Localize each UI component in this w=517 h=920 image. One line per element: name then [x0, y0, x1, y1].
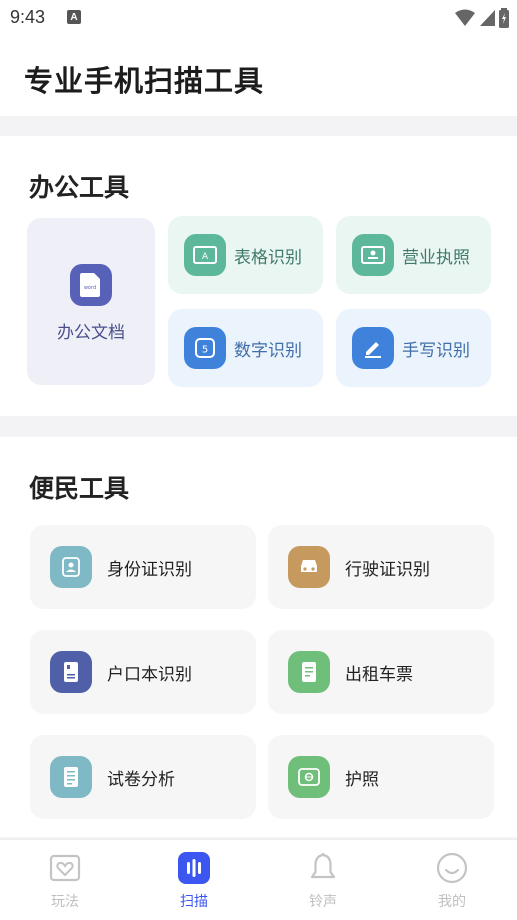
word-doc-icon: word	[70, 264, 112, 306]
office-doc-tile[interactable]: word 办公文档	[27, 218, 155, 385]
office-tools-section: 办公工具 word 办公文档 A 表格识别 营业执照 5 数字识别 手写识别	[0, 136, 517, 416]
tab-mine-label: 我的	[438, 894, 466, 910]
bell-icon	[307, 852, 339, 884]
signal-icon	[480, 10, 495, 26]
tab-play[interactable]: 玩法	[15, 840, 115, 920]
id-card-icon	[50, 546, 92, 588]
exam-paper-label: 试卷分析	[107, 769, 175, 790]
office-doc-label: 办公文档	[57, 323, 125, 343]
number-recognition-tile[interactable]: 5 数字识别	[168, 309, 323, 387]
life-tools-section: 便民工具 身份证识别 行驶证识别 户口本识别 出租车票 试卷分析 护照	[0, 437, 517, 837]
office-tools-title: 办公工具	[29, 173, 130, 202]
handwriting-label: 手写识别	[402, 340, 470, 361]
scan-bars-icon	[178, 852, 210, 884]
passport-tile[interactable]: 护照	[268, 735, 494, 819]
table-recognition-icon: A	[184, 234, 226, 276]
status-indicators	[455, 8, 509, 28]
number-recognition-icon: 5	[184, 327, 226, 369]
bottom-tab-bar: 玩法 扫描 铃声 我的	[0, 839, 517, 920]
tab-ringtone[interactable]: 铃声	[273, 840, 373, 920]
taxi-receipt-tile[interactable]: 出租车票	[268, 630, 494, 714]
household-register-icon	[50, 651, 92, 693]
business-license-icon	[352, 234, 394, 276]
svg-text:A: A	[202, 252, 209, 262]
tab-play-label: 玩法	[51, 894, 79, 910]
id-card-tile[interactable]: 身份证识别	[30, 525, 256, 609]
exam-paper-icon	[50, 756, 92, 798]
driving-license-label: 行驶证识别	[345, 559, 430, 580]
handwriting-tile[interactable]: 手写识别	[336, 309, 491, 387]
passport-label: 护照	[345, 769, 379, 790]
smiley-icon	[436, 852, 468, 884]
id-card-label: 身份证识别	[107, 559, 192, 580]
exam-paper-tile[interactable]: 试卷分析	[30, 735, 256, 819]
taxi-receipt-label: 出租车票	[345, 664, 413, 685]
passport-icon	[288, 756, 330, 798]
business-license-tile[interactable]: 营业执照	[336, 216, 491, 294]
taxi-receipt-icon	[288, 651, 330, 693]
battery-icon	[499, 8, 509, 28]
notification-a-icon: A	[67, 10, 81, 24]
life-tools-title: 便民工具	[29, 474, 130, 503]
header: 专业手机扫描工具	[0, 36, 517, 116]
heart-frame-icon	[49, 852, 81, 884]
table-recognition-tile[interactable]: A 表格识别	[168, 216, 323, 294]
tab-scan-label: 扫描	[180, 894, 208, 910]
car-icon	[288, 546, 330, 588]
handwriting-icon	[352, 327, 394, 369]
household-register-label: 户口本识别	[107, 664, 192, 685]
status-bar: 9:43 A	[0, 0, 517, 36]
tab-ringtone-label: 铃声	[309, 894, 337, 910]
tab-scan[interactable]: 扫描	[144, 840, 244, 920]
number-recognition-label: 数字识别	[234, 340, 302, 361]
page-title: 专业手机扫描工具	[24, 64, 265, 98]
household-register-tile[interactable]: 户口本识别	[30, 630, 256, 714]
svg-text:5: 5	[202, 345, 208, 356]
status-time: 9:43	[10, 7, 46, 27]
wifi-icon	[455, 9, 475, 26]
tab-mine[interactable]: 我的	[402, 840, 502, 920]
svg-text:word: word	[84, 285, 96, 291]
table-recognition-label: 表格识别	[234, 247, 302, 268]
driving-license-tile[interactable]: 行驶证识别	[268, 525, 494, 609]
business-license-label: 营业执照	[402, 247, 470, 268]
